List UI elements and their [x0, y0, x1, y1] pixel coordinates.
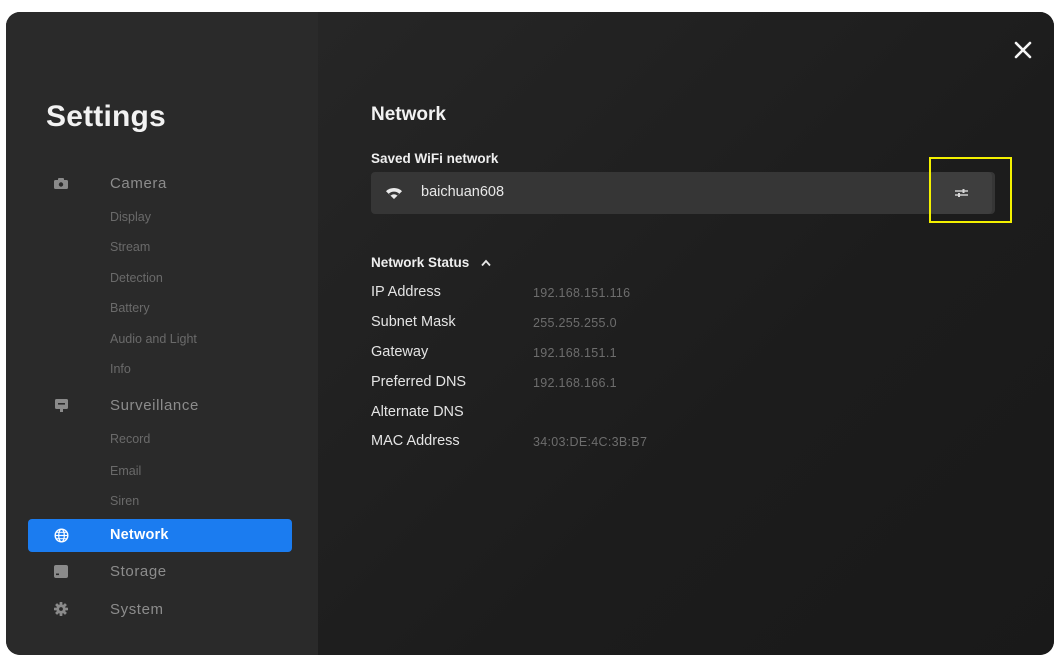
camera-icon — [53, 175, 69, 191]
subnet-mask-label: Subnet Mask — [371, 314, 456, 330]
sidebar-sub-display[interactable]: Display — [110, 210, 151, 232]
sliders-icon — [954, 189, 968, 197]
sidebar-item-surveillance[interactable]: Surveillance — [6, 389, 318, 421]
preferred-dns-value: 192.168.166.1 — [533, 376, 617, 390]
wifi-ssid: baichuan608 — [421, 184, 505, 200]
saved-wifi-row[interactable]: baichuan608 — [371, 172, 995, 214]
gear-icon — [53, 601, 69, 617]
saved-wifi-label: Saved WiFi network — [371, 151, 499, 166]
sidebar: Settings Camera Display Stream Detection… — [6, 12, 318, 655]
sidebar-sub-record[interactable]: Record — [110, 432, 150, 454]
mac-address-label: MAC Address — [371, 433, 460, 449]
sidebar-item-network[interactable]: Network — [6, 519, 318, 552]
sidebar-item-label: Storage — [110, 562, 167, 580]
sidebar-item-label: System — [110, 600, 164, 618]
close-icon — [1014, 41, 1032, 59]
settings-window: Settings Camera Display Stream Detection… — [6, 12, 1054, 655]
close-button[interactable] — [1011, 38, 1035, 62]
sidebar-sub-stream[interactable]: Stream — [110, 240, 150, 262]
chevron-up-icon — [481, 259, 491, 266]
mac-address-value: 34:03:DE:4C:3B:B7 — [533, 435, 648, 449]
sidebar-sub-siren[interactable]: Siren — [110, 494, 139, 516]
main-panel: Network Saved WiFi network baichuan608 N… — [318, 12, 1054, 655]
gateway-value: 192.168.151.1 — [533, 346, 617, 360]
sidebar-sub-info[interactable]: Info — [110, 362, 131, 384]
sidebar-sub-detection[interactable]: Detection — [110, 271, 163, 293]
monitor-icon — [53, 397, 69, 413]
network-status-toggle[interactable]: Network Status — [371, 255, 491, 270]
sidebar-item-label: Camera — [110, 174, 167, 192]
sidebar-item-system[interactable]: System — [6, 593, 318, 625]
page-title: Network — [371, 104, 446, 125]
wifi-settings-button[interactable] — [930, 172, 992, 214]
settings-title: Settings — [46, 100, 166, 133]
preferred-dns-label: Preferred DNS — [371, 374, 467, 390]
globe-icon — [53, 527, 69, 543]
sidebar-sub-audio-light[interactable]: Audio and Light — [110, 332, 197, 354]
wifi-icon — [386, 187, 402, 199]
alternate-dns-label: Alternate DNS — [371, 404, 464, 420]
sidebar-sub-battery[interactable]: Battery — [110, 301, 150, 323]
subnet-mask-value: 255.255.255.0 — [533, 316, 617, 330]
sidebar-item-label: Surveillance — [110, 396, 199, 414]
network-status-label: Network Status — [371, 255, 470, 270]
storage-icon — [53, 563, 69, 579]
sidebar-item-storage[interactable]: Storage — [6, 555, 318, 587]
sidebar-sub-email[interactable]: Email — [110, 464, 141, 486]
ip-address-label: IP Address — [371, 284, 441, 300]
ip-address-value: 192.168.151.116 — [533, 286, 631, 300]
sidebar-item-camera[interactable]: Camera — [6, 167, 318, 199]
sidebar-item-label: Network — [110, 527, 169, 543]
gateway-label: Gateway — [371, 344, 429, 360]
